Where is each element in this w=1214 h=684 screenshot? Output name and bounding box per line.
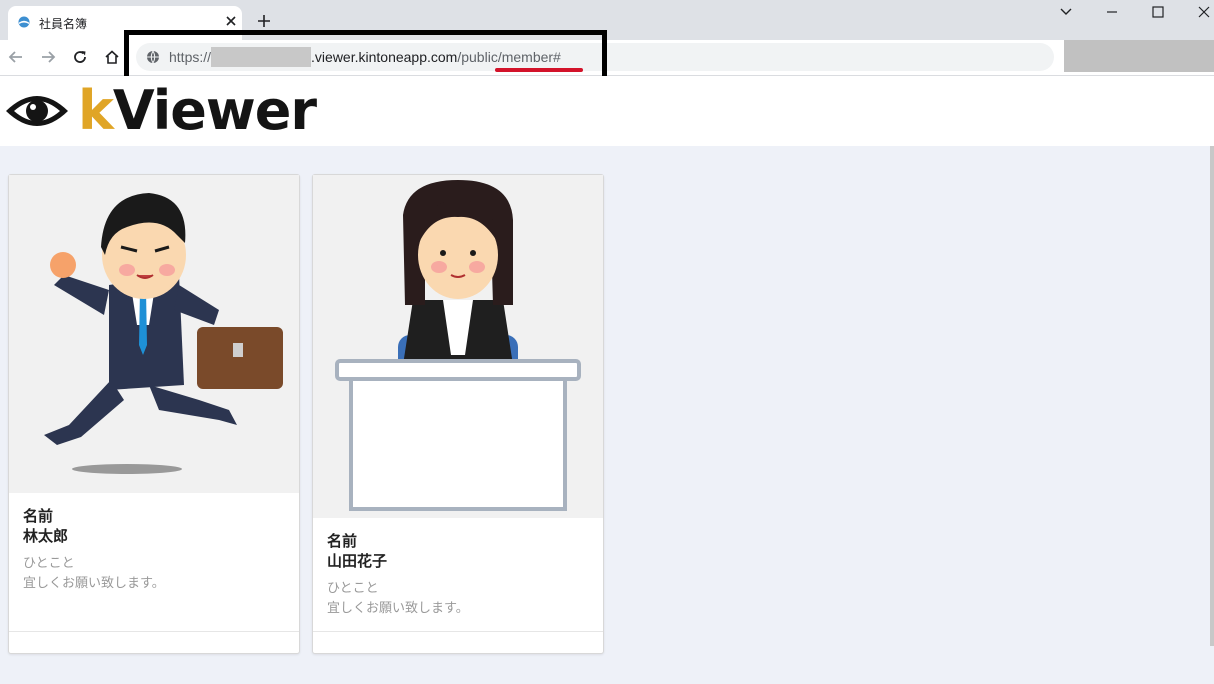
tab-favicon-icon: [18, 16, 30, 28]
member-photo: [9, 175, 299, 493]
logo-viewer: Viewer: [112, 79, 317, 142]
member-name: 林太郎: [23, 527, 69, 545]
annotation-underline: [495, 68, 583, 72]
comment-text: 宜しくお願い致します。: [327, 601, 469, 616]
scrollbar[interactable]: [1210, 146, 1214, 646]
comment-text: 宜しくお願い致します。: [23, 576, 165, 591]
member-card[interactable]: 名前 林太郎 ひとこと 宜しくお願い致します。: [8, 174, 300, 654]
card-footer-divider: [9, 631, 299, 632]
member-photo: [313, 175, 603, 518]
comment-label: ひとこと: [23, 556, 75, 571]
maximize-icon[interactable]: [1150, 4, 1166, 20]
eye-icon: [6, 96, 68, 126]
app-logo[interactable]: kViewer: [78, 78, 317, 144]
name-label: 名前: [327, 532, 358, 550]
plus-icon[interactable]: [257, 14, 271, 28]
reload-icon[interactable]: [72, 49, 88, 65]
app-header: kViewer: [0, 76, 1214, 146]
back-arrow-icon[interactable]: [8, 49, 24, 65]
extensions-area: [1064, 40, 1214, 72]
tab-title: 社員名簿: [39, 17, 88, 31]
name-label: 名前: [23, 507, 54, 525]
logo-k: k: [78, 79, 114, 142]
member-card[interactable]: 名前 山田花子 ひとこと 宜しくお願い致します。: [312, 174, 604, 654]
home-icon[interactable]: [104, 49, 120, 65]
window-close-icon[interactable]: [1196, 4, 1212, 20]
forward-arrow-icon[interactable]: [40, 49, 56, 65]
card-footer-divider: [313, 631, 603, 632]
close-icon[interactable]: [224, 14, 238, 28]
chevron-down-icon[interactable]: [1058, 4, 1074, 20]
minimize-icon[interactable]: [1104, 4, 1120, 20]
member-name: 山田花子: [327, 552, 388, 570]
comment-label: ひとこと: [327, 581, 379, 596]
